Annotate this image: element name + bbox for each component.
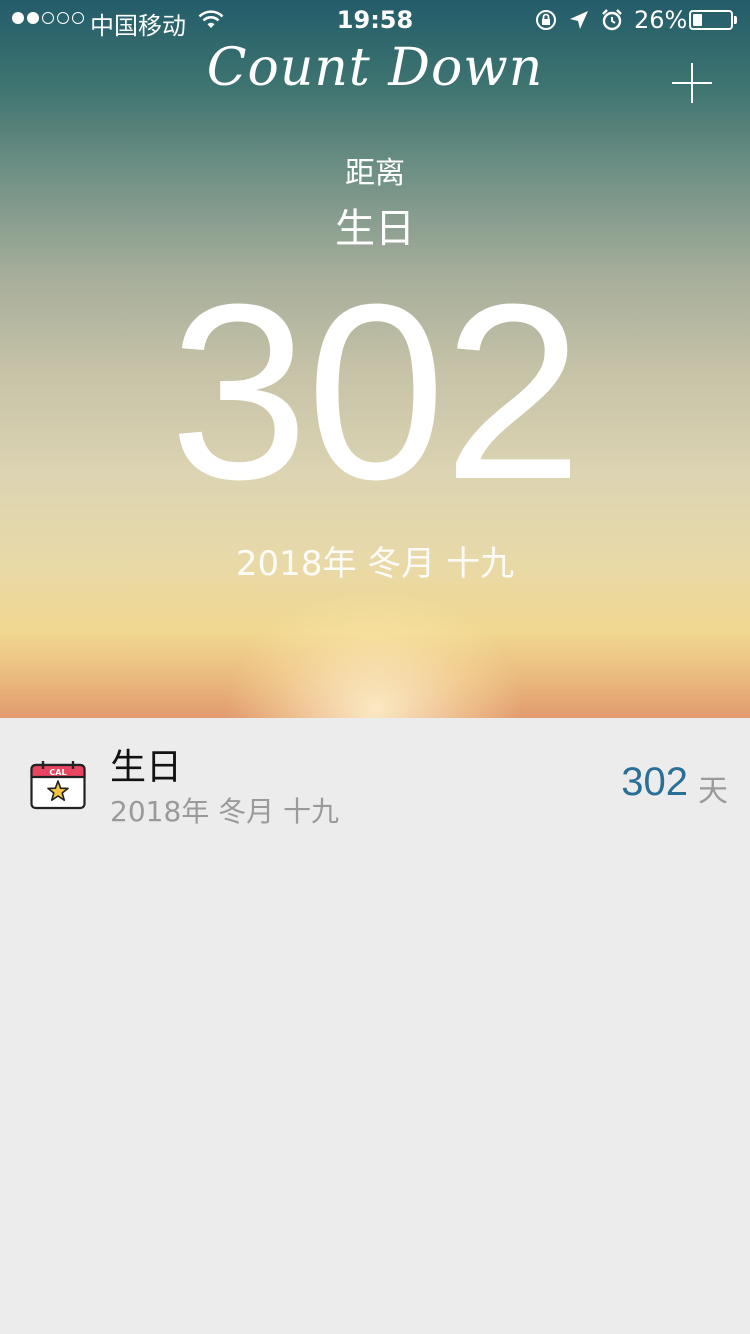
hero-prefix: 距离 — [345, 156, 405, 191]
hero-event-name: 生日 — [335, 206, 415, 252]
location-arrow-icon — [570, 11, 588, 29]
event-days-count: 302 — [621, 760, 688, 804]
hero-days-count: 302 — [169, 252, 582, 531]
battery-level — [693, 14, 702, 26]
rotation-lock-icon — [536, 10, 556, 30]
event-title: 生日 — [110, 747, 183, 788]
app-title: Count Down — [206, 38, 544, 98]
event-days-unit: 天 — [698, 774, 728, 809]
hero-banner: 中国移动 19:58 26% Count Down 距离 生日 302 2018… — [0, 0, 750, 718]
event-date: 2018年 冬月 十九 — [110, 795, 340, 828]
battery-percentage: 26% — [634, 6, 688, 34]
calendar-star-icon: CAL — [30, 760, 86, 810]
battery-icon — [689, 10, 733, 30]
list-item[interactable]: CAL 生日 2018年 冬月 十九 302 天 — [0, 718, 750, 846]
add-event-button[interactable] — [668, 60, 716, 108]
svg-text:CAL: CAL — [49, 768, 66, 777]
sun-glow — [225, 590, 525, 718]
event-list: CAL 生日 2018年 冬月 十九 302 天 — [0, 718, 750, 846]
status-bar: 中国移动 19:58 26% — [0, 0, 750, 40]
countdown-screen: 中国移动 19:58 26% Count Down 距离 生日 302 2018… — [0, 0, 750, 1334]
hero-event-date: 2018年 冬月 十九 — [235, 544, 515, 584]
alarm-clock-icon — [602, 9, 622, 31]
